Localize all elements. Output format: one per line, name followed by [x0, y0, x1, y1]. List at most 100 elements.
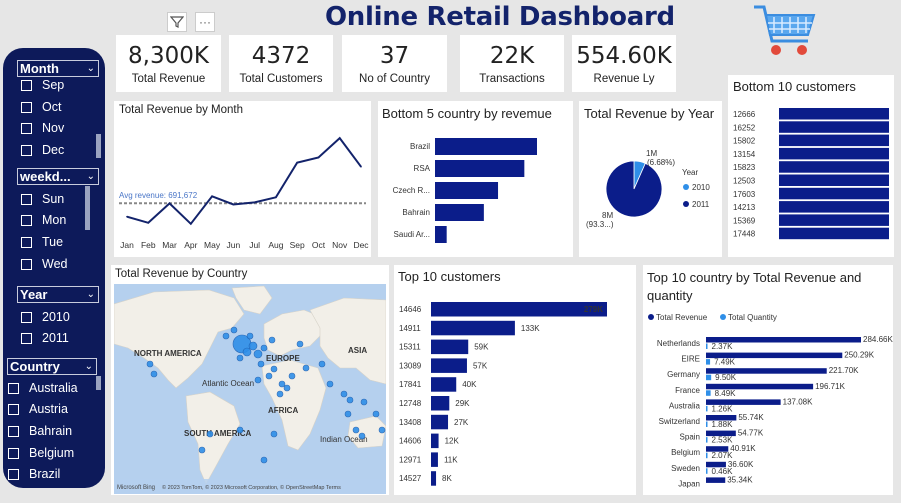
country-slicer-header[interactable]: Country ⌄	[7, 358, 97, 375]
checkbox[interactable]	[21, 311, 32, 323]
slicer-item-2010[interactable]: 2010	[21, 310, 70, 324]
year-slicer-header[interactable]: Year ⌄	[17, 286, 99, 303]
checkbox[interactable]	[21, 101, 32, 113]
checkbox[interactable]	[8, 382, 19, 394]
kpi-transactions[interactable]: 22K Transactions	[460, 35, 564, 92]
map-bubble	[257, 360, 265, 368]
category-label: Czech R...	[393, 186, 430, 195]
legend-label: 2011	[692, 200, 710, 209]
quantity-bar	[706, 468, 708, 474]
checkbox[interactable]	[21, 122, 32, 134]
category-label: Saudi Ar...	[394, 230, 430, 239]
bottom5-country-card[interactable]: Bottom 5 country by revemue Brazil RSA Cze…	[378, 101, 573, 257]
checkbox[interactable]	[21, 79, 32, 91]
map-bubble	[246, 332, 254, 340]
slicer-item-australia[interactable]: Australia	[8, 381, 78, 395]
checkbox[interactable]	[8, 403, 19, 415]
kpi-total-revenue[interactable]: 8,300K Total Revenue	[116, 35, 221, 92]
top10-customers-card[interactable]: Top 10 customers 14646 279K 14911 133K 15311…	[394, 265, 636, 495]
revenue-by-country-card[interactable]: Total Revenue by Country NORTH AMERICA E…	[111, 265, 389, 495]
checkbox[interactable]	[21, 332, 32, 344]
quantity-bar	[706, 421, 708, 427]
map-bubble	[222, 332, 230, 340]
page-title: Online Retail Dashboard	[325, 2, 675, 32]
checkbox[interactable]	[21, 236, 32, 248]
checkbox[interactable]	[8, 425, 19, 437]
kpi-revenue-ly[interactable]: 554.60K Revenue Ly	[572, 35, 676, 92]
checkbox[interactable]	[21, 144, 32, 156]
filter-icon[interactable]	[167, 12, 187, 32]
category-label: 15802	[733, 137, 756, 146]
slicer-item-austria[interactable]: Austria	[8, 402, 68, 416]
revenue-label: 221.70K	[829, 366, 859, 375]
map-bubble	[358, 432, 366, 440]
slicer-item-dec[interactable]: Dec	[21, 143, 64, 157]
slicer-item-tue[interactable]: Tue	[21, 235, 63, 249]
revenue-by-year-card[interactable]: Total Revenue by Year 1M (6.68%) 8M (93.3..…	[579, 101, 722, 257]
quantity-bar	[706, 359, 711, 365]
data-label: 12K	[445, 437, 460, 446]
top10-country-chart: Total Revenue Total Quantity Netherlands 28…	[648, 313, 893, 488]
category-label: 15369	[733, 216, 756, 225]
slicer-item-belgium[interactable]: Belgium	[8, 446, 74, 460]
legend-label: Total Quantity	[728, 313, 777, 322]
map-bubble	[236, 354, 244, 362]
more-options-icon[interactable]: ···	[195, 12, 215, 32]
revenue-bar	[706, 477, 726, 483]
quantity-bar	[706, 374, 712, 381]
legend-label: Total Revenue	[656, 313, 708, 322]
slicer-item-oct[interactable]: Oct	[21, 100, 61, 114]
scrollbar[interactable]	[96, 376, 101, 390]
month-slicer-header[interactable]: Month ⌄	[17, 60, 99, 77]
bar	[431, 320, 515, 336]
map-bubble	[270, 365, 278, 373]
x-tick-label: Dec	[353, 240, 369, 250]
scrollbar[interactable]	[96, 134, 101, 158]
top10-country-card[interactable]: Top 10 country by Total Revenue and quan…	[643, 265, 893, 495]
slicer-item-label: Bahrain	[29, 424, 73, 438]
revenue-by-month-card[interactable]: Total Revenue by Month Avg revenue: 691,…	[114, 101, 371, 257]
checkbox[interactable]	[21, 193, 32, 205]
quantity-label: 9.50K	[715, 373, 737, 382]
slicer-item-label: Brazil	[29, 467, 61, 481]
map-bubble	[344, 410, 352, 418]
world-map[interactable]: NORTH AMERICA EUROPE ASIA AFRICA SOUTH A…	[114, 284, 386, 494]
slicer-item-brazil[interactable]: Brazil	[8, 467, 60, 481]
bar	[431, 302, 607, 317]
chevron-down-icon: ⌄	[86, 63, 95, 74]
legend-title: Year	[682, 168, 699, 177]
category-label: 12971	[399, 455, 422, 464]
checkbox[interactable]	[21, 258, 32, 270]
x-tick-label: Sep	[290, 240, 305, 250]
map-bubble	[302, 364, 310, 372]
bar	[779, 201, 889, 213]
category-label: 14646	[399, 305, 422, 314]
kpi-no-of-country[interactable]: 37 No of Country	[342, 35, 447, 92]
checkbox[interactable]	[21, 214, 32, 226]
kpi-label: Total Customers	[239, 73, 323, 85]
slice-label: 8M	[602, 211, 613, 220]
slicer-item-wed[interactable]: Wed	[21, 257, 67, 271]
bottom10-customers-card[interactable]: Bottom 10 customers 12666 16252 15802 13154…	[728, 75, 894, 257]
slicer-item-sep[interactable]: Sep	[21, 78, 64, 92]
slicer-item-label: Sep	[42, 78, 65, 92]
kpi-total-customers[interactable]: 4372 Total Customers	[229, 35, 333, 92]
kpi-label: Revenue Ly	[593, 73, 655, 85]
bar	[435, 226, 447, 243]
data-label: 133K	[521, 324, 540, 333]
slicer-item-sun[interactable]: Sun	[21, 192, 64, 206]
slicer-item-mon[interactable]: Mon	[21, 213, 66, 227]
slicer-item-label: 2010	[42, 310, 70, 324]
weekday-slicer-header[interactable]: weekd... ⌄	[17, 168, 99, 185]
category-label: 17841	[399, 380, 422, 389]
map-bubble	[346, 396, 354, 404]
slicer-item-2011[interactable]: 2011	[21, 331, 69, 345]
slicer-item-nov[interactable]: Nov	[21, 121, 64, 135]
scrollbar[interactable]	[85, 186, 90, 230]
map-label: EUROPE	[266, 354, 300, 363]
slicer-item-bahrain[interactable]: Bahrain	[8, 424, 72, 438]
checkbox[interactable]	[8, 468, 19, 480]
checkbox[interactable]	[8, 447, 19, 459]
line-point	[168, 202, 171, 205]
average-label: Avg revenue: 691,672	[119, 191, 198, 200]
